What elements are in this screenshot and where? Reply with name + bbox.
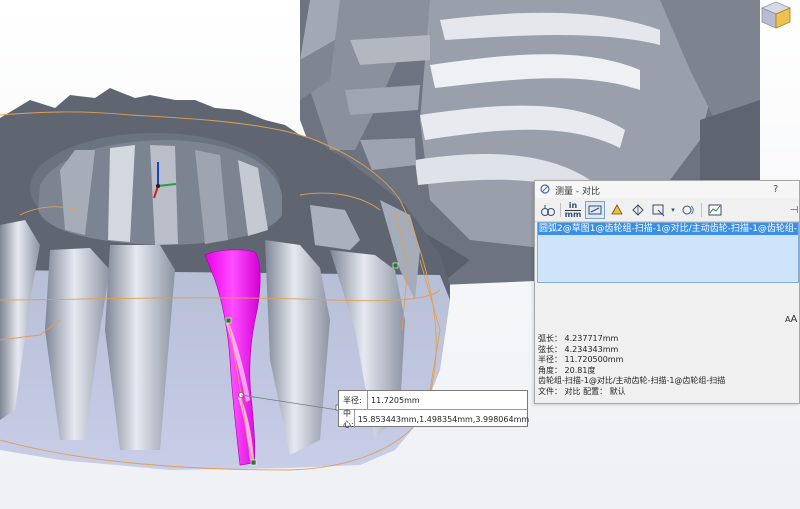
point-to-point-button[interactable]	[607, 201, 627, 219]
measure-title: 测量 - 对比	[555, 187, 600, 197]
selection-list-item[interactable]: 圆弧2@草图1@齿轮组-扫描-1@对比/主动齿轮-扫描-1@齿轮组-1	[538, 223, 798, 235]
measure-dialog[interactable]: 测量 - 对比 ? in mm ▾ ⊣ 圆弧2@草图1@齿轮组-扫描-1@对比/…	[534, 180, 800, 404]
history-dropdown[interactable]: ▾	[669, 201, 677, 219]
show-xyz-button[interactable]	[585, 201, 605, 219]
help-button[interactable]: ?	[773, 184, 778, 195]
result-chord-length: 弦长： 4.234343mm	[538, 344, 619, 354]
projection-icon	[632, 204, 644, 216]
arc-circle-measure-button[interactable]	[538, 201, 558, 219]
chevron-down-icon: ▾	[671, 206, 675, 214]
measure-tool-icon	[540, 184, 550, 194]
result-radius: 半径： 11.720500mm	[538, 355, 624, 364]
selection-list[interactable]: 圆弧2@草图1@齿轮组-扫描-1@对比/主动齿轮-扫描-1@齿轮组-1	[537, 222, 799, 283]
arc-measure-icon	[541, 205, 555, 216]
pin-button[interactable]: ⊣	[788, 201, 800, 219]
measure-titlebar[interactable]: 测量 - 对比 ?	[535, 181, 799, 198]
graph-icon	[708, 204, 722, 216]
units-precision-button[interactable]: in mm	[564, 201, 582, 219]
create-sensor-button[interactable]	[679, 201, 699, 219]
result-file: 文件： 对比 配置： 默认	[538, 386, 626, 396]
measure-history-icon	[652, 204, 665, 217]
callout-radius-label: 半径:	[343, 395, 362, 405]
callout-center-label: 中心:	[343, 409, 354, 429]
units-top-label: in	[568, 200, 578, 210]
measure-toolbar: in mm ▾ ⊣	[535, 199, 799, 222]
point-to-point-icon	[611, 204, 623, 215]
measurement-callout[interactable]: 半径: 11.7205mm 中心: 15.853443mm,1.498354mm…	[338, 390, 529, 429]
callout-radius-value: 11.7205mm	[367, 391, 420, 409]
result-path: 齿轮组-扫描-1@对比/主动齿轮-扫描-1@齿轮组-扫描	[538, 376, 726, 385]
sensor-icon	[682, 205, 694, 215]
result-arc-length: 弧长： 4.237717mm	[538, 334, 619, 343]
callout-center-value: 15.853443mm,1.498354mm,3.998064mm	[353, 410, 529, 428]
history-button[interactable]	[649, 201, 669, 219]
units-bottom-label: mm	[564, 209, 582, 219]
callout-center-row: 中心: 15.853443mm,1.498354mm,3.998064mm	[339, 409, 529, 429]
callout-radius-row: 半径: 11.7205mm	[339, 391, 527, 409]
pin-icon: ⊣	[789, 204, 799, 216]
result-angle: 角度： 20.81度	[538, 365, 596, 375]
measure-results: 弧长： 4.237717mm 弦长： 4.234343mm 半径： 11.720…	[538, 334, 725, 397]
text-size-icon[interactable]: AA	[785, 314, 797, 325]
projection-button[interactable]	[629, 201, 647, 219]
graph-button[interactable]	[705, 201, 725, 219]
xyz-measure-icon	[588, 205, 602, 215]
view-orientation-icon[interactable]	[760, 1, 792, 29]
